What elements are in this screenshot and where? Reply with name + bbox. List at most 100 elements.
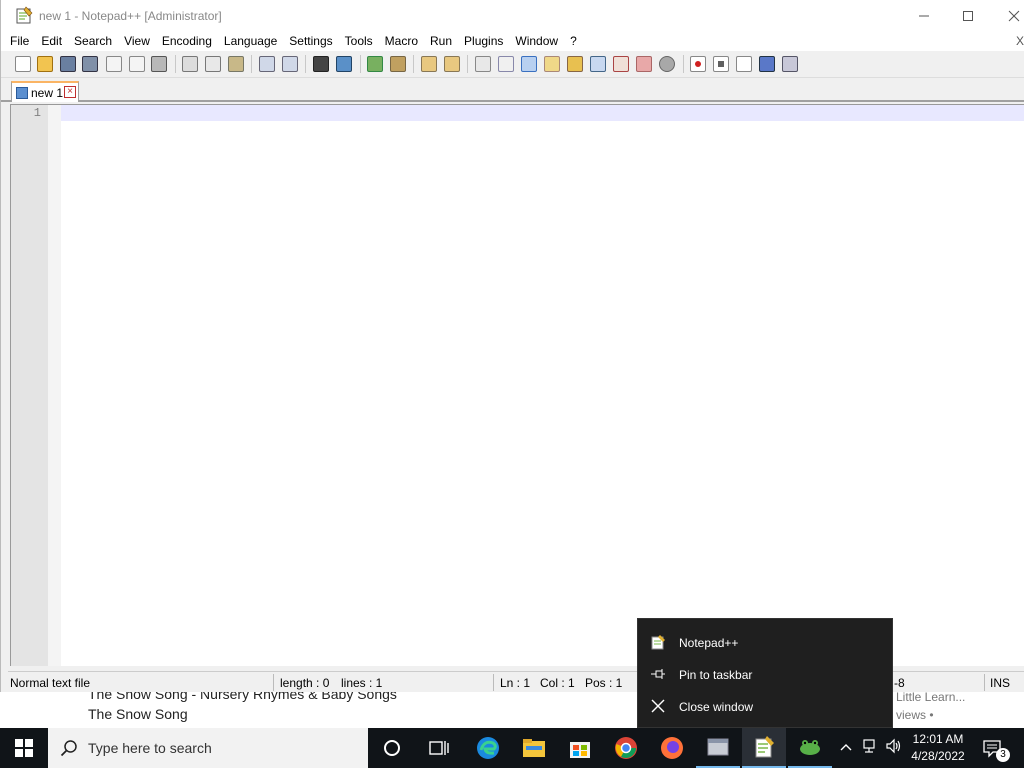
taskbar-app-notepadpp[interactable] [742,728,786,768]
menu-search[interactable]: Search [74,34,112,48]
line-position-label: Ln : 1 [500,676,531,690]
taskbar-search-box[interactable]: Type here to search [48,728,368,768]
title-bar[interactable]: new 1 - Notepad++ [Administrator] [1,0,1024,31]
menu-file[interactable]: File [10,34,29,48]
replace-icon[interactable] [336,56,352,72]
stop-macro-icon[interactable] [713,56,729,72]
volume-button[interactable] [884,738,904,758]
print-icon[interactable] [151,56,167,72]
toolbar-separator [683,55,684,73]
minimize-button[interactable] [901,0,947,31]
language-define-icon[interactable] [544,56,560,72]
background-meta: views • [896,708,934,722]
open-file-icon[interactable] [37,56,53,72]
word-wrap-icon[interactable] [475,56,491,72]
taskbar-clock[interactable]: 12:01 AM 4/28/2022 [906,731,970,765]
function-list-icon[interactable] [613,56,629,72]
monitoring-icon[interactable] [659,56,675,72]
play-macro-icon[interactable] [736,56,752,72]
taskbar-app-file-explorer[interactable] [512,728,556,768]
toolbar-separator [360,55,361,73]
status-divider [273,674,274,691]
tab-new-1[interactable]: new 1 × [11,81,79,102]
status-divider [493,674,494,691]
find-icon[interactable] [313,56,329,72]
save-all-icon[interactable] [82,56,98,72]
zoom-in-icon[interactable] [367,56,383,72]
zoom-out-icon[interactable] [390,56,406,72]
undo-icon[interactable] [259,56,275,72]
search-placeholder: Type here to search [88,740,212,756]
window-title: new 1 - Notepad++ [Administrator] [39,9,222,23]
jumplist-label: Close window [679,700,754,714]
minimize-icon [919,15,929,16]
start-button[interactable] [0,728,48,768]
notification-count-badge: 3 [996,748,1010,762]
taskbar-app-store[interactable] [558,728,602,768]
length-label: length : 0 [280,676,330,690]
taskbar-app-frog[interactable] [788,728,832,768]
toolbar [1,51,1024,78]
copy-icon[interactable] [205,56,221,72]
app-window-icon [707,738,729,756]
sync-horizontal-icon[interactable] [444,56,460,72]
clock-time: 12:01 AM [912,732,964,746]
show-all-characters-icon[interactable] [498,56,514,72]
run-macro-multiple-icon[interactable] [759,56,775,72]
network-button[interactable] [860,738,880,758]
jumplist-item-pin[interactable]: Pin to taskbar [638,659,894,691]
redo-icon[interactable] [282,56,298,72]
folder-icon [523,739,545,757]
jumplist-label: Notepad++ [679,636,739,650]
indent-guide-icon[interactable] [521,56,537,72]
maximize-button[interactable] [945,0,991,31]
menu-run[interactable]: Run [430,34,452,48]
menu-plugins[interactable]: Plugins [464,34,503,48]
menu-encoding[interactable]: Encoding [162,34,212,48]
fold-margin[interactable] [48,105,61,666]
show-hidden-icons-button[interactable] [836,738,856,758]
document-list-icon[interactable] [590,56,606,72]
folder-as-workspace-icon[interactable] [636,56,652,72]
text-editor[interactable]: 1 [10,104,1024,666]
menu-language[interactable]: Language [224,34,277,48]
menu-edit[interactable]: Edit [41,34,62,48]
close-file-icon[interactable] [106,56,122,72]
paste-icon[interactable] [228,56,244,72]
menu-help[interactable]: ? [570,34,577,48]
menu-window[interactable]: Window [515,34,558,48]
save-macro-icon[interactable] [782,56,798,72]
close-all-icon[interactable] [129,56,145,72]
network-icon [863,739,875,753]
insert-mode-label: INS [990,676,1011,690]
new-file-icon[interactable] [15,56,31,72]
close-document-button[interactable]: X [1016,34,1024,48]
maximize-icon [963,10,973,21]
menu-macro[interactable]: Macro [385,34,418,48]
jumplist-label: Pin to taskbar [679,668,753,682]
menu-view[interactable]: View [124,34,150,48]
background-meta: Little Learn... [896,690,966,704]
close-button[interactable] [991,0,1024,31]
taskbar: Type here to search 12:01 AM 4/28/2022 3 [0,728,1024,768]
taskbar-app-firefox[interactable] [650,728,694,768]
sync-vertical-icon[interactable] [421,56,437,72]
document-map-icon[interactable] [567,56,583,72]
taskbar-app-edge[interactable] [466,728,510,768]
cortana-icon [384,740,400,756]
menu-tools[interactable]: Tools [345,34,373,48]
cut-icon[interactable] [182,56,198,72]
task-view-button[interactable] [417,728,461,768]
tab-close-icon[interactable]: × [64,86,76,98]
background-song-title[interactable]: The Snow Song [88,706,188,722]
record-macro-icon[interactable] [690,56,706,72]
cortana-button[interactable] [370,728,414,768]
save-icon[interactable] [60,56,76,72]
task-view-icon [429,741,449,755]
menu-settings[interactable]: Settings [289,34,332,48]
taskbar-app-generic[interactable] [696,728,740,768]
taskbar-app-chrome[interactable] [604,728,648,768]
jumplist-item-close-window[interactable]: Close window [638,691,894,723]
jumplist-item-notepadpp[interactable]: Notepad++ [638,627,894,659]
windows-logo-icon [15,739,33,757]
